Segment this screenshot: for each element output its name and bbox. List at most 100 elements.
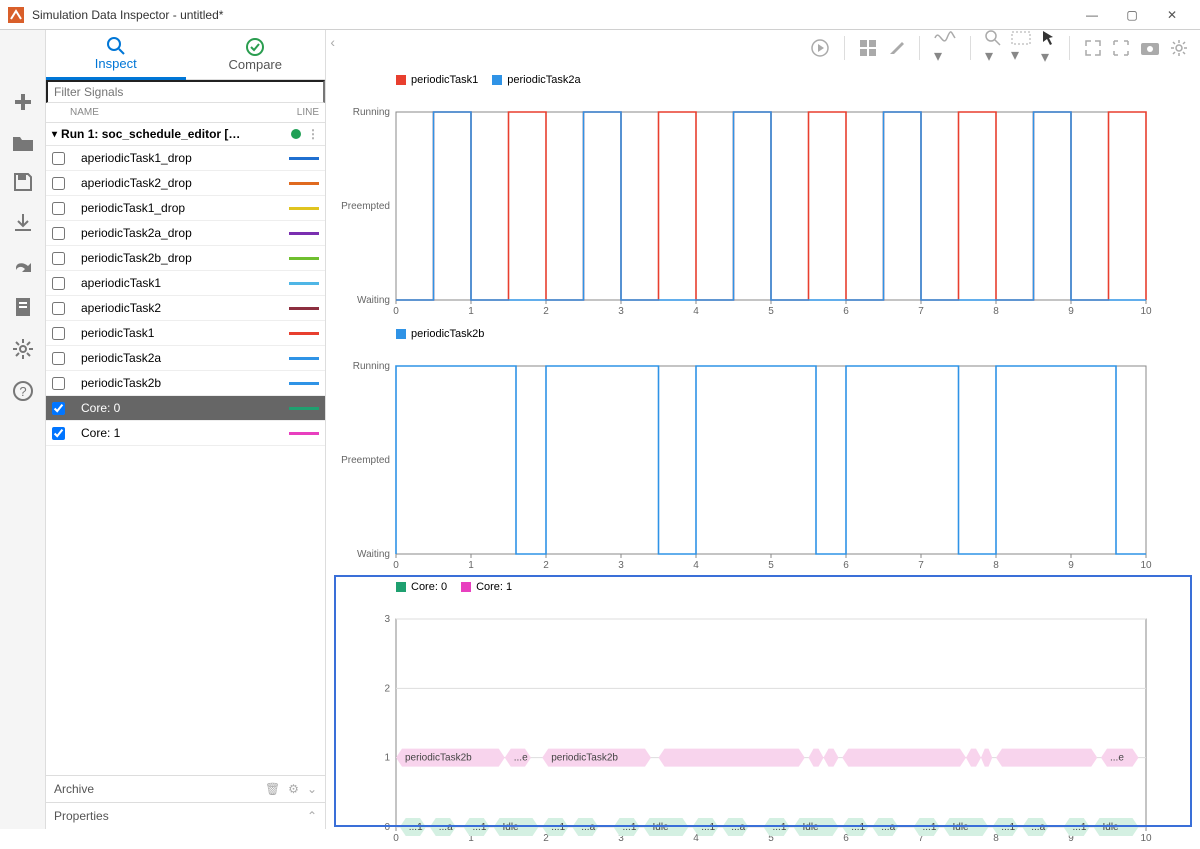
signal-row[interactable]: periodicTask2b_drop xyxy=(46,246,325,271)
zoom-icon[interactable]: ▾ xyxy=(985,30,1001,66)
svg-text:2: 2 xyxy=(384,684,390,695)
plot-toolbar: ▾ ▾ ▾ ▾ xyxy=(326,30,1200,66)
svg-text:4: 4 xyxy=(693,560,699,571)
signal-color-swatch xyxy=(289,282,319,285)
signal-name: periodicTask2a_drop xyxy=(81,226,289,240)
svg-text:10: 10 xyxy=(1140,833,1152,844)
signal-checkbox[interactable] xyxy=(52,277,65,290)
signal-name: aperiodicTask1_drop xyxy=(81,151,289,165)
cursor-icon[interactable]: ▾ xyxy=(1041,29,1055,67)
help-icon[interactable]: ? xyxy=(12,380,34,402)
signal-color-swatch xyxy=(289,182,319,185)
signal-row[interactable]: periodicTask1 xyxy=(46,321,325,346)
settings-gear-icon[interactable] xyxy=(12,338,34,360)
signal-checkbox[interactable] xyxy=(52,377,65,390)
plot-1[interactable]: periodicTask2b012345678910RunningPreempt… xyxy=(336,324,1190,572)
svg-text:9: 9 xyxy=(1068,560,1074,571)
svg-text:0: 0 xyxy=(384,822,390,833)
signal-color-swatch xyxy=(289,207,319,210)
filter-input[interactable] xyxy=(46,80,325,103)
clear-icon[interactable] xyxy=(887,39,905,57)
signal-color-swatch xyxy=(289,382,319,385)
svg-text:Waiting: Waiting xyxy=(357,295,390,306)
signal-checkbox[interactable] xyxy=(52,177,65,190)
svg-text:...1: ...1 xyxy=(409,822,423,833)
archive-collapse-icon[interactable]: ⌄ xyxy=(307,782,317,796)
svg-text:periodicTask2b: periodicTask2b xyxy=(405,753,472,764)
run-button-icon[interactable] xyxy=(810,38,830,58)
signal-checkbox[interactable] xyxy=(52,427,65,440)
export-icon[interactable] xyxy=(12,254,34,276)
svg-text:9: 9 xyxy=(1068,306,1074,317)
signal-row[interactable]: aperiodicTask2 xyxy=(46,296,325,321)
signal-row[interactable]: Core: 0 xyxy=(46,396,325,421)
properties-panel[interactable]: Properties ⌃ xyxy=(46,802,325,829)
import-icon[interactable] xyxy=(12,212,34,234)
archive-panel[interactable]: Archive 🗑 ⚙ ⌄ xyxy=(46,775,325,802)
tab-inspect[interactable]: Inspect xyxy=(46,30,186,80)
signal-list: aperiodicTask1_drop aperiodicTask2_drop … xyxy=(46,146,325,446)
signal-name: Core: 1 xyxy=(81,426,289,440)
snapshot-icon[interactable] xyxy=(1140,40,1160,56)
expand-icon[interactable] xyxy=(1084,39,1102,57)
save-icon[interactable] xyxy=(13,172,33,192)
panel-collapse-handle[interactable]: ‹ xyxy=(330,34,335,50)
signal-row[interactable]: aperiodicTask2_drop xyxy=(46,171,325,196)
svg-text:...1: ...1 xyxy=(923,822,937,833)
signal-checkbox[interactable] xyxy=(52,152,65,165)
fit-icon[interactable]: ▾ xyxy=(1011,31,1031,65)
svg-text:...a: ...a xyxy=(439,822,453,833)
new-icon[interactable] xyxy=(11,90,35,114)
report-icon[interactable] xyxy=(14,296,32,318)
column-headers: NAME LINE xyxy=(46,103,325,123)
plot-2[interactable]: Core: 0Core: 10123456789100123periodicTa… xyxy=(336,577,1190,825)
fullscreen-icon[interactable] xyxy=(1112,39,1130,57)
signal-checkbox[interactable] xyxy=(52,302,65,315)
svg-text:Idle: Idle xyxy=(1103,822,1120,833)
run-header[interactable]: ▾ Run 1: soc_schedule_editor [Current] ⋮ xyxy=(46,123,325,146)
svg-text:0: 0 xyxy=(393,833,399,844)
title-bar: Simulation Data Inspector - untitled* ― … xyxy=(0,0,1200,30)
layout-grid-icon[interactable] xyxy=(859,39,877,57)
signal-row[interactable]: periodicTask2b xyxy=(46,371,325,396)
signal-checkbox[interactable] xyxy=(52,402,65,415)
svg-text:6: 6 xyxy=(843,306,849,317)
signal-checkbox[interactable] xyxy=(52,227,65,240)
col-line: LINE xyxy=(297,107,319,118)
signal-row[interactable]: periodicTask1_drop xyxy=(46,196,325,221)
signal-checkbox[interactable] xyxy=(52,327,65,340)
signal-row[interactable]: aperiodicTask1_drop xyxy=(46,146,325,171)
signal-style-icon[interactable]: ▾ xyxy=(934,30,956,66)
svg-text:periodicTask2b: periodicTask2b xyxy=(551,753,618,764)
svg-text:4: 4 xyxy=(693,306,699,317)
run-label: Run 1: soc_schedule_editor [Current] xyxy=(61,127,241,141)
signal-name: periodicTask2b xyxy=(81,376,289,390)
app-logo xyxy=(8,7,24,23)
svg-text:0: 0 xyxy=(393,306,399,317)
signal-row[interactable]: aperiodicTask1 xyxy=(46,271,325,296)
svg-text:7: 7 xyxy=(918,560,924,571)
signal-row[interactable]: periodicTask2a_drop xyxy=(46,221,325,246)
signal-color-swatch xyxy=(289,432,319,435)
signal-name: Core: 0 xyxy=(81,401,289,415)
signal-row[interactable]: periodicTask2a xyxy=(46,346,325,371)
trash-icon[interactable]: 🗑 xyxy=(265,782,280,796)
check-icon xyxy=(245,37,265,57)
signal-checkbox[interactable] xyxy=(52,202,65,215)
svg-text:5: 5 xyxy=(768,306,774,317)
run-menu-icon[interactable]: ⋮ xyxy=(307,127,319,141)
archive-gear-icon[interactable]: ⚙ xyxy=(288,782,299,796)
tab-compare[interactable]: Compare xyxy=(186,30,326,80)
maximize-button[interactable]: ▢ xyxy=(1112,1,1152,29)
close-button[interactable]: ✕ xyxy=(1152,1,1192,29)
signal-checkbox[interactable] xyxy=(52,352,65,365)
minimize-button[interactable]: ― xyxy=(1072,1,1112,29)
signal-color-swatch xyxy=(289,407,319,410)
open-folder-icon[interactable] xyxy=(12,134,34,152)
properties-collapse-icon[interactable]: ⌃ xyxy=(307,809,317,823)
signal-checkbox[interactable] xyxy=(52,252,65,265)
plot-0[interactable]: periodicTask1periodicTask2a012345678910R… xyxy=(336,70,1190,318)
plot-settings-icon[interactable] xyxy=(1170,39,1188,57)
svg-text:...1: ...1 xyxy=(473,822,487,833)
signal-row[interactable]: Core: 1 xyxy=(46,421,325,446)
